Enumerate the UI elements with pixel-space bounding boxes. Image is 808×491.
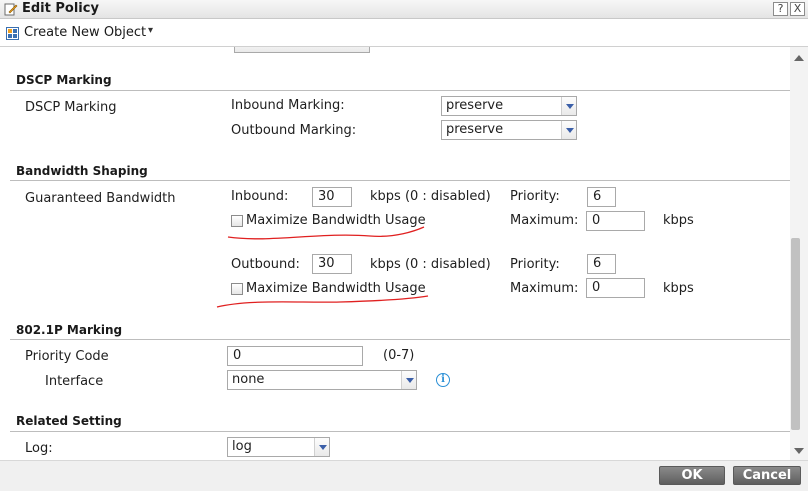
inbound-maximize-label: Maximize Bandwidth Usage bbox=[246, 213, 426, 228]
chevron-down-icon[interactable]: ▾ bbox=[148, 25, 153, 36]
section-title-related: Related Setting bbox=[16, 414, 122, 428]
object-icon bbox=[6, 27, 19, 40]
log-select[interactable]: log bbox=[227, 437, 330, 457]
inbound-marking-value: preserve bbox=[446, 98, 504, 113]
underline-annotation bbox=[227, 226, 425, 240]
section-title-bandwidth: Bandwidth Shaping bbox=[16, 164, 148, 178]
scroll-down-icon[interactable] bbox=[794, 448, 804, 454]
priority-code-label: Priority Code bbox=[25, 349, 109, 364]
inbound-label: Inbound: bbox=[231, 189, 289, 204]
inbound-priority-label: Priority: bbox=[510, 189, 560, 204]
toolbar: Create New Object ▾ bbox=[0, 20, 808, 47]
inbound-maximum-unit: kbps bbox=[663, 213, 694, 228]
close-button[interactable]: X bbox=[790, 2, 805, 16]
chevron-down-icon bbox=[314, 438, 329, 456]
divider bbox=[10, 180, 790, 181]
priority-code-range: (0-7) bbox=[383, 348, 415, 363]
inbound-marking-label: Inbound Marking: bbox=[231, 98, 345, 113]
help-button[interactable]: ? bbox=[773, 2, 788, 16]
divider bbox=[10, 431, 790, 432]
outbound-label: Outbound: bbox=[231, 257, 300, 272]
inbound-marking-select[interactable]: preserve bbox=[441, 96, 577, 116]
interface-select[interactable]: none bbox=[227, 370, 417, 390]
chevron-down-icon bbox=[401, 371, 416, 389]
outbound-bandwidth-input[interactable]: 30 bbox=[312, 254, 352, 274]
outbound-maximum-input[interactable]: 0 bbox=[586, 278, 645, 298]
outbound-marking-value: preserve bbox=[446, 122, 504, 137]
inbound-maximum-input[interactable]: 0 bbox=[586, 211, 645, 231]
dialog-footer: OK Cancel bbox=[0, 460, 808, 491]
underline-annotation bbox=[216, 295, 429, 308]
window-title: Edit Policy bbox=[22, 1, 99, 16]
inbound-bandwidth-input[interactable]: 30 bbox=[312, 187, 352, 207]
chevron-down-icon bbox=[561, 121, 576, 139]
clipped-select[interactable] bbox=[234, 47, 370, 53]
chevron-down-icon bbox=[561, 97, 576, 115]
annotation-layer bbox=[216, 226, 429, 308]
edit-icon bbox=[4, 3, 18, 16]
divider bbox=[10, 339, 790, 340]
outbound-maximize-label: Maximize Bandwidth Usage bbox=[246, 281, 426, 296]
info-icon[interactable]: i bbox=[436, 373, 450, 387]
interface-label: Interface bbox=[45, 374, 104, 389]
outbound-maximum-unit: kbps bbox=[663, 281, 694, 296]
outbound-unit-label: kbps (0 : disabled) bbox=[370, 257, 491, 272]
outbound-maximum-label: Maximum: bbox=[510, 281, 579, 296]
divider bbox=[10, 90, 790, 91]
outbound-priority-input[interactable]: 6 bbox=[587, 254, 616, 274]
log-value: log bbox=[232, 439, 252, 454]
create-new-object-menu[interactable]: Create New Object bbox=[24, 25, 146, 40]
scrollbar[interactable] bbox=[790, 47, 808, 460]
outbound-priority-label: Priority: bbox=[510, 257, 560, 272]
title-bar: Edit Policy ? X bbox=[0, 0, 808, 19]
scroll-up-icon[interactable] bbox=[794, 55, 804, 61]
guaranteed-bandwidth-label: Guaranteed Bandwidth bbox=[25, 191, 176, 206]
inbound-maximum-label: Maximum: bbox=[510, 213, 579, 228]
inbound-priority-input[interactable]: 6 bbox=[587, 187, 616, 207]
outbound-marking-select[interactable]: preserve bbox=[441, 120, 577, 140]
section-title-8021p: 802.1P Marking bbox=[16, 323, 123, 337]
section-title-dscp: DSCP Marking bbox=[16, 73, 112, 87]
cancel-button[interactable]: Cancel bbox=[733, 466, 801, 485]
inbound-unit-label: kbps (0 : disabled) bbox=[370, 189, 491, 204]
outbound-marking-label: Outbound Marking: bbox=[231, 123, 357, 138]
ok-button[interactable]: OK bbox=[659, 466, 725, 485]
interface-value: none bbox=[232, 372, 265, 387]
policy-form: DSCP Marking DSCP Marking Inbound Markin… bbox=[0, 47, 790, 460]
outbound-maximize-checkbox[interactable] bbox=[231, 283, 243, 295]
priority-code-input[interactable]: 0 bbox=[227, 346, 363, 366]
log-label: Log: bbox=[25, 441, 53, 456]
inbound-maximize-checkbox[interactable] bbox=[231, 215, 243, 227]
dscp-marking-label: DSCP Marking bbox=[25, 100, 117, 115]
scroll-thumb[interactable] bbox=[791, 238, 800, 430]
